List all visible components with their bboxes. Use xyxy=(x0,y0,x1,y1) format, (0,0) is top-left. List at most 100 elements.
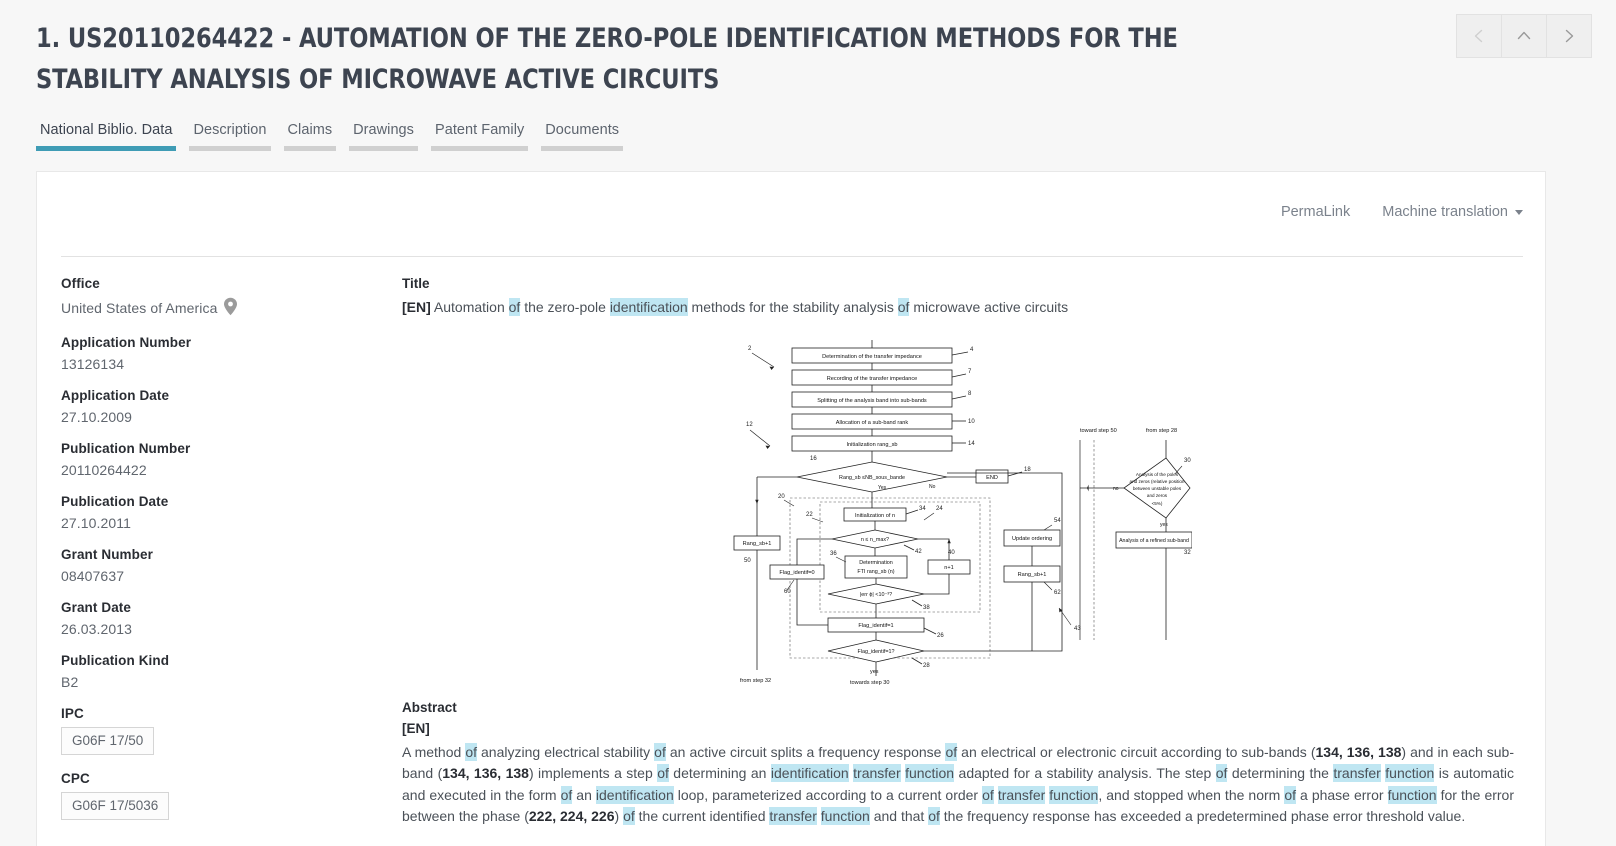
patent-detail-page: 1. US20110264422 - AUTOMATION OF THE ZER… xyxy=(0,0,1616,846)
tab-claims[interactable]: Claims xyxy=(283,122,337,151)
tab-label: Patent Family xyxy=(434,122,525,138)
svg-text:Flag_identif=1: Flag_identif=1 xyxy=(858,623,893,629)
field-value: 26.03.2013 xyxy=(61,621,133,637)
field-value: 27.10.2011 xyxy=(61,515,132,531)
svg-text:n ≤ n_max?: n ≤ n_max? xyxy=(861,537,889,543)
chevron-left-icon xyxy=(1474,29,1483,43)
svg-text:Rang_sb ≤NB_sous_bande: Rang_sb ≤NB_sous_bande xyxy=(839,475,905,481)
field-label: Application Date xyxy=(61,388,170,403)
field-label: Office xyxy=(61,276,100,291)
svg-text:FTI rang_sb (n): FTI rang_sb (n) xyxy=(857,569,894,575)
svg-text:no: no xyxy=(1113,486,1119,492)
ipc-code-chip[interactable]: G06F 17/50 xyxy=(61,727,155,755)
field-value: 08407637 xyxy=(61,568,125,584)
tab-label: Claims xyxy=(287,122,333,138)
tab-description[interactable]: Description xyxy=(189,122,271,151)
field-label: Application Number xyxy=(61,335,192,350)
title-lang-tag: [EN] xyxy=(402,299,431,315)
permalink-button[interactable]: PermaLink xyxy=(1281,204,1350,220)
svg-text:|err ϕ| <10⁻³?: |err ϕ| <10⁻³? xyxy=(860,592,892,598)
svg-text:and zeros: and zeros xyxy=(1147,493,1168,498)
svg-text:Flag_identif=0: Flag_identif=0 xyxy=(779,570,814,576)
toolbar-divider xyxy=(61,256,1523,257)
tab-drawings[interactable]: Drawings xyxy=(349,122,418,151)
svg-text:Rang_sb+1: Rang_sb+1 xyxy=(743,541,772,547)
chevron-right-icon xyxy=(1565,29,1574,43)
field-office: Office United States of America xyxy=(61,276,401,319)
chevron-down-icon xyxy=(1515,209,1523,215)
bibliographic-data-list: Office United States of America Applicat… xyxy=(61,276,401,836)
tab-underline xyxy=(189,146,271,151)
field-grant-number: Grant Number 08407637 xyxy=(61,547,401,584)
tab-national-biblio-data[interactable]: National Biblio. Data xyxy=(36,122,177,151)
abstract-section-label: Abstract xyxy=(402,700,457,715)
map-pin-icon[interactable] xyxy=(223,297,238,319)
svg-text:<5%): <5%) xyxy=(1152,501,1163,506)
tab-label: National Biblio. Data xyxy=(40,122,173,138)
tab-underline xyxy=(36,146,177,151)
up-record-button[interactable] xyxy=(1501,14,1547,58)
svg-text:30: 30 xyxy=(1184,458,1191,464)
machine-translation-label: Machine translation xyxy=(1382,204,1508,220)
svg-text:54: 54 xyxy=(1054,518,1061,524)
svg-text:50: 50 xyxy=(744,558,751,564)
patent-flowchart-figure[interactable]: 2 Determination of the transfer impedanc… xyxy=(402,336,1522,688)
machine-translation-dropdown[interactable]: Machine translation xyxy=(1382,204,1523,220)
svg-text:7: 7 xyxy=(968,369,972,375)
field-application-date: Application Date 27.10.2009 xyxy=(61,388,401,425)
svg-text:28: 28 xyxy=(923,663,930,669)
tab-underline xyxy=(541,146,624,151)
svg-text:Analysis of the poles: Analysis of the poles xyxy=(1136,472,1179,477)
title-text-highlighted: Automation of the zero-pole identificati… xyxy=(433,298,1069,316)
main-content-column: Title [EN] Automation of the zero-pole i… xyxy=(402,276,1522,828)
svg-text:32: 32 xyxy=(1184,550,1191,556)
tab-label: Drawings xyxy=(353,122,414,138)
previous-record-button[interactable] xyxy=(1456,14,1502,58)
svg-text:Yes: Yes xyxy=(878,485,887,491)
title-section: Title [EN] Automation of the zero-pole i… xyxy=(402,276,1522,318)
svg-text:18: 18 xyxy=(1024,467,1031,473)
cpc-code-chip[interactable]: G06F 17/5036 xyxy=(61,792,170,820)
tab-bar: National Biblio. Data Description Claims… xyxy=(36,122,636,151)
svg-text:from step 32: from step 32 xyxy=(740,678,771,684)
field-label: Grant Date xyxy=(61,600,132,615)
next-record-button[interactable] xyxy=(1546,14,1592,58)
field-publication-number: Publication Number 20110264422 xyxy=(61,441,401,478)
svg-text:Splitting of the analysis band: Splitting of the analysis band into sub-… xyxy=(817,398,927,404)
svg-text:END: END xyxy=(986,475,998,481)
svg-text:toward step 50: toward step 50 xyxy=(1080,428,1117,434)
svg-text:34: 34 xyxy=(919,506,926,512)
svg-text:Initialization rang_sb: Initialization rang_sb xyxy=(847,442,898,448)
abstract-section: Abstract [EN] A method of analyzing elec… xyxy=(402,700,1522,828)
svg-text:from step 28: from step 28 xyxy=(1146,428,1177,434)
svg-text:4: 4 xyxy=(970,347,974,353)
svg-text:No: No xyxy=(929,484,936,490)
tab-patent-family[interactable]: Patent Family xyxy=(430,122,529,151)
svg-text:14: 14 xyxy=(968,441,975,447)
svg-text:10: 10 xyxy=(968,419,975,425)
abstract-lang-tag: [EN] xyxy=(402,721,430,736)
svg-text:22: 22 xyxy=(806,512,813,518)
chevron-up-icon xyxy=(1517,31,1531,40)
field-cpc: CPC G06F 17/5036 xyxy=(61,771,401,820)
office-value: United States of America xyxy=(61,300,218,316)
title-section-label: Title xyxy=(402,276,430,291)
field-grant-date: Grant Date 26.03.2013 xyxy=(61,600,401,637)
field-label: IPC xyxy=(61,706,84,721)
tab-documents[interactable]: Documents xyxy=(541,122,624,151)
svg-text:24: 24 xyxy=(936,506,943,512)
tab-underline xyxy=(430,146,529,151)
field-value: 20110264422 xyxy=(61,462,147,478)
field-value: 27.10.2009 xyxy=(61,409,133,425)
tab-underline xyxy=(349,146,418,151)
page-header: 1. US20110264422 - AUTOMATION OF THE ZER… xyxy=(0,0,1616,112)
svg-text:38: 38 xyxy=(923,605,930,611)
svg-text:36: 36 xyxy=(830,551,837,557)
page-title: 1. US20110264422 - AUTOMATION OF THE ZER… xyxy=(36,23,1178,96)
tab-underline xyxy=(283,146,337,151)
field-label: Publication Kind xyxy=(61,653,170,668)
svg-text:8: 8 xyxy=(968,391,972,397)
svg-text:towards step 30: towards step 30 xyxy=(850,680,890,685)
svg-text:16: 16 xyxy=(810,456,817,462)
record-card: PermaLink Machine translation Office Uni… xyxy=(36,171,1546,846)
